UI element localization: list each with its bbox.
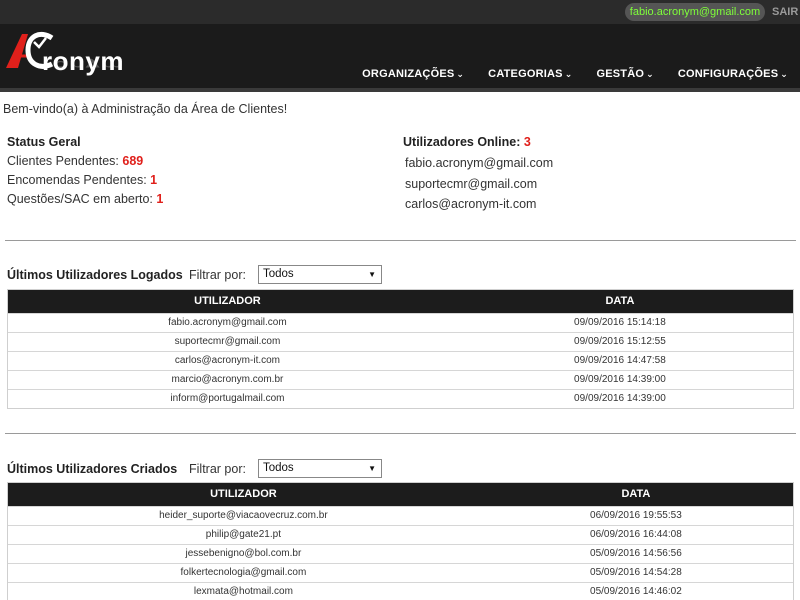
column-header-user[interactable]: UTILIZADOR <box>8 483 479 506</box>
chevron-down-icon: ⌄ <box>780 69 788 79</box>
cell-date: 05/09/2016 14:54:28 <box>590 567 682 578</box>
cell-user: suportecmr@gmail.com <box>174 336 281 347</box>
main-header: ronym ronym ORGANIZAÇÕES ⌄ CATEGORIAS ⌄ GE… <box>0 24 800 92</box>
cell-user: carlos@acronym-it.com <box>174 355 281 366</box>
logged-users-table: UTILIZADOR DATA fabio.acronym@gmail.com 0… <box>7 289 794 409</box>
current-user-email[interactable]: fabio.acronym@gmail.com <box>625 3 765 21</box>
logo-reflection: ronym <box>42 58 124 73</box>
cell-date: 05/09/2016 14:56:56 <box>590 548 682 559</box>
logged-users-title: Últimos Utilizadores Logados <box>7 268 183 282</box>
nav-organizacoes[interactable]: ORGANIZAÇÕES ⌄ <box>362 68 464 80</box>
cell-date: 05/09/2016 14:46:02 <box>590 586 682 597</box>
logout-link[interactable]: SAIR <box>772 0 798 24</box>
table-row: marcio@acronym.com.br 09/09/2016 14:39:00 <box>8 370 793 389</box>
table-row: philip@gate21.pt 06/09/2016 16:44:08 <box>8 525 793 544</box>
nav-label: CONFIGURAÇÕES <box>677 68 779 80</box>
stat-value: 689 <box>122 154 144 168</box>
nav-configuracoes[interactable]: CONFIGURAÇÕES ⌄ <box>678 68 788 80</box>
online-label: Utilizadores Online: <box>403 135 521 149</box>
table-row: fabio.acronym@gmail.com 09/09/2016 15:14:… <box>8 313 793 332</box>
nav-gestao[interactable]: GESTÃO ⌄ <box>596 68 653 80</box>
online-user: suportecmr@gmail.com <box>405 177 538 191</box>
chevron-down-icon: ⌄ <box>646 69 654 79</box>
cell-date: 09/09/2016 14:39:00 <box>574 374 666 385</box>
cell-user: philip@gate21.pt <box>205 529 281 540</box>
online-user: carlos@acronym-it.com <box>405 197 537 211</box>
table-header: UTILIZADOR DATA <box>8 483 793 506</box>
nav-label: CATEGORIAS <box>488 68 563 80</box>
stat-value: 1 <box>150 173 158 187</box>
stat-label: Clientes Pendentes: <box>7 154 119 168</box>
table-row: inform@portugalmail.com 09/09/2016 14:39:… <box>8 389 793 408</box>
cell-date: 06/09/2016 19:55:53 <box>590 510 682 521</box>
cell-user: marcio@acronym.com.br <box>171 374 284 385</box>
table-header: UTILIZADOR DATA <box>8 290 793 313</box>
logged-filter-label: Filtrar por: <box>189 268 246 282</box>
cell-date: 06/09/2016 16:44:08 <box>590 529 682 540</box>
column-header-date[interactable]: DATA <box>447 290 793 313</box>
chevron-down-icon: ⌄ <box>456 69 465 79</box>
cell-date: 09/09/2016 15:12:55 <box>574 336 666 347</box>
cell-date: 09/09/2016 14:39:00 <box>574 393 666 404</box>
cell-date: 09/09/2016 15:14:18 <box>574 317 666 328</box>
top-bar: fabio.acronym@gmail.com SAIR <box>0 0 800 24</box>
acronym-logo[interactable]: ronym ronym <box>4 28 129 84</box>
created-users-table: UTILIZADOR DATA heider_suporte@viacaovec… <box>7 482 794 600</box>
cell-user: inform@portugalmail.com <box>170 393 285 404</box>
table-row: suportecmr@gmail.com 09/09/2016 15:12:55 <box>8 332 793 351</box>
cell-user: heider_suporte@viacaovecruz.com.br <box>159 510 328 521</box>
welcome-message: Bem-vindo(a) à Administração da Área de … <box>3 102 288 116</box>
column-header-user[interactable]: UTILIZADOR <box>8 290 447 313</box>
created-users-title: Últimos Utilizadores Criados <box>7 462 178 476</box>
online-users-title: Utilizadores Online: 3 <box>403 135 531 149</box>
table-row: carlos@acronym-it.com 09/09/2016 14:47:58 <box>8 351 793 370</box>
nav-categorias[interactable]: CATEGORIAS ⌄ <box>488 68 572 80</box>
online-count: 3 <box>523 135 531 149</box>
divider <box>5 240 796 241</box>
created-filter-label: Filtrar por: <box>189 462 246 476</box>
table-row: heider_suporte@viacaovecruz.com.br 06/09/… <box>8 506 793 525</box>
select-value: Todos <box>263 462 294 474</box>
chevron-down-icon: ⌄ <box>564 69 573 79</box>
select-value: Todos <box>263 268 294 280</box>
cell-user: fabio.acronym@gmail.com <box>168 317 287 328</box>
table-row: lexmata@hotmail.com 05/09/2016 14:46:02 <box>8 582 793 600</box>
logged-filter-select[interactable]: Todos ▼ <box>258 265 382 284</box>
dropdown-arrow-icon: ▼ <box>368 464 376 473</box>
divider <box>5 433 796 434</box>
stat-label: Encomendas Pendentes: <box>7 173 147 187</box>
stat-pending-clients: Clientes Pendentes: 689 <box>7 154 143 168</box>
created-filter-select[interactable]: Todos ▼ <box>258 459 382 478</box>
status-title: Status Geral <box>7 135 81 149</box>
column-header-date[interactable]: DATA <box>479 483 793 506</box>
cell-user: lexmata@hotmail.com <box>193 586 293 597</box>
main-nav: ORGANIZAÇÕES ⌄ CATEGORIAS ⌄ GESTÃO ⌄ CONFIG… <box>362 68 788 80</box>
stat-value: 1 <box>156 192 164 206</box>
stat-label: Questões/SAC em aberto: <box>7 192 153 206</box>
dropdown-arrow-icon: ▼ <box>368 270 376 279</box>
cell-user: folkertecnologia@gmail.com <box>180 567 307 578</box>
stat-open-tickets: Questões/SAC em aberto: 1 <box>7 192 163 206</box>
nav-label: ORGANIZAÇÕES <box>362 68 455 80</box>
cell-user: jessebenigno@bol.com.br <box>185 548 302 559</box>
cell-date: 09/09/2016 14:47:58 <box>574 355 666 366</box>
table-row: folkertecnologia@gmail.com 05/09/2016 14:… <box>8 563 793 582</box>
table-row: jessebenigno@bol.com.br 05/09/2016 14:56:… <box>8 544 793 563</box>
online-user: fabio.acronym@gmail.com <box>405 156 554 170</box>
nav-label: GESTÃO <box>596 68 645 80</box>
stat-pending-orders: Encomendas Pendentes: 1 <box>7 173 157 187</box>
